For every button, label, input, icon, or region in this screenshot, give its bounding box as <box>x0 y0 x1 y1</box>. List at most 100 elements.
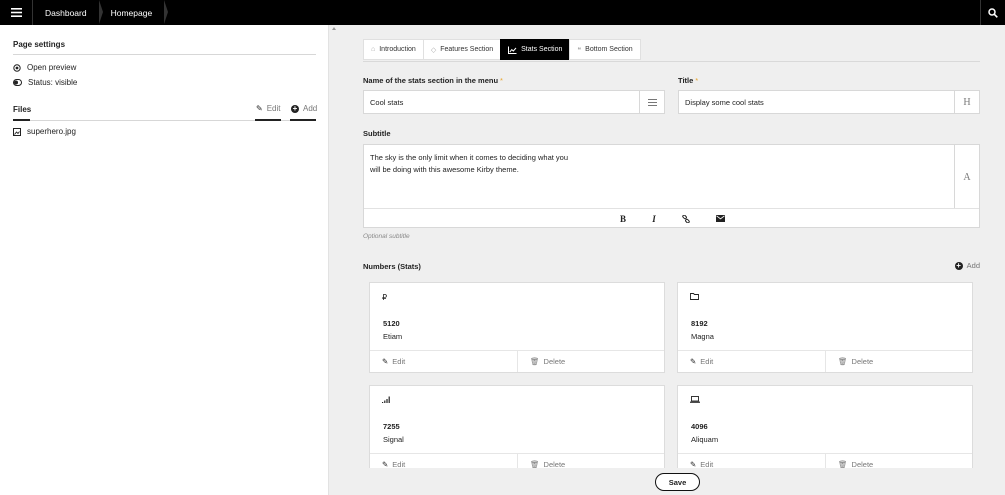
title-field[interactable]: Display some cool stats H <box>678 90 980 114</box>
breadcrumb-dashboard[interactable]: Dashboard <box>33 0 103 25</box>
breadcrumb-homepage[interactable]: Homepage <box>99 0 168 25</box>
main-content: ⌂ Introduction ◇ Features Section Stats … <box>330 25 1005 495</box>
stat-name: Etiam <box>383 332 403 341</box>
tab-label: Introduction <box>379 46 416 53</box>
bold-button[interactable]: B <box>615 212 631 225</box>
plus-circle-icon: + <box>954 260 963 270</box>
stat-card[interactable]: ₽ 5120 Etiam ✎ Edit 🗑 Delete <box>369 282 665 373</box>
divider <box>13 54 316 55</box>
trash-icon: 🗑 <box>838 357 848 366</box>
file-item[interactable]: superhero.jpg <box>13 127 76 136</box>
title-value: Display some cool stats <box>685 97 764 107</box>
tab-label: Bottom Section <box>585 46 633 53</box>
status-toggle[interactable]: Status: visible <box>13 78 77 87</box>
ruble-icon: ₽ <box>382 293 388 302</box>
edit-button[interactable]: ✎ Edit <box>678 351 825 372</box>
menu-name-label-text: Name of the stats section in the menu <box>363 76 499 85</box>
files-edit-button[interactable]: ✎ Edit <box>256 104 281 113</box>
numbers-add-label: Add <box>966 261 980 270</box>
subtitle-line: will be doing with this awesome Kirby th… <box>370 165 519 174</box>
subtitle-textarea[interactable]: The sky is the only limit when it comes … <box>363 144 980 228</box>
save-button[interactable]: Save <box>655 473 700 491</box>
search-button[interactable] <box>980 0 1005 25</box>
section-tabs: ⌂ Introduction ◇ Features Section Stats … <box>363 39 641 61</box>
page-settings-title: Page settings <box>13 40 66 49</box>
home-icon: ⌂ <box>371 46 376 53</box>
subtitle-line: The sky is the only limit when it comes … <box>370 153 569 162</box>
stat-name: Signal <box>383 435 404 444</box>
preview-icon <box>13 63 21 72</box>
numbers-add-button[interactable]: + Add <box>954 260 980 270</box>
envelope-icon <box>715 215 725 222</box>
stat-value: 4096 <box>691 422 708 431</box>
trash-icon: 🗑 <box>530 357 540 366</box>
open-preview-label: Open preview <box>27 63 77 72</box>
tab-introduction[interactable]: ⌂ Introduction <box>363 39 424 60</box>
stat-value: 5120 <box>383 319 400 328</box>
edit-underline <box>255 119 281 121</box>
card-actions: ✎ Edit 🗑 Delete <box>678 350 972 372</box>
quote-icon: ❝ <box>577 46 582 54</box>
files-edit-label: Edit <box>266 104 281 113</box>
edit-label: Edit <box>700 357 714 366</box>
text-toolbar: B I <box>364 208 979 227</box>
divider <box>363 61 980 62</box>
delete-button[interactable]: 🗑 Delete <box>825 351 972 372</box>
email-button[interactable] <box>712 212 728 225</box>
files-add-label: Add <box>303 104 318 113</box>
stat-card[interactable]: 7255 Signal ✎ Edit 🗑 Delete <box>369 385 665 475</box>
tab-label: Features Section <box>440 46 494 53</box>
menu-button[interactable] <box>0 0 33 25</box>
required-mark: * <box>500 76 503 85</box>
subtitle-help-text: Optional subtitle <box>363 233 410 240</box>
pencil-icon: ✎ <box>382 357 389 366</box>
hamburger-icon <box>10 8 22 17</box>
file-name: superhero.jpg <box>27 127 76 136</box>
title-label: Title * <box>678 76 698 85</box>
plus-circle-icon: + <box>291 103 299 113</box>
edit-button[interactable]: ✎ Edit <box>370 351 517 372</box>
add-underline <box>290 119 316 121</box>
stat-value: 7255 <box>383 422 400 431</box>
stat-name: Aliquam <box>691 435 719 444</box>
files-title-underline <box>13 119 30 121</box>
title-label-text: Title <box>678 76 694 85</box>
tab-bottom-section[interactable]: ❝ Bottom Section <box>569 39 641 60</box>
open-preview-link[interactable]: Open preview <box>13 63 76 72</box>
text-icon: A <box>954 145 979 209</box>
required-mark: * <box>695 76 699 85</box>
search-icon <box>988 7 998 18</box>
link-icon <box>682 214 690 223</box>
pencil-icon: ✎ <box>690 357 697 366</box>
italic-button[interactable]: I <box>646 212 662 225</box>
sidebar: Page settings Open preview Status: visib… <box>0 25 329 495</box>
heading-icon: H <box>954 91 979 113</box>
stat-value: 8192 <box>691 319 708 328</box>
stat-card[interactable]: 8192 Magna ✎ Edit 🗑 Delete <box>677 282 973 373</box>
files-title: Files <box>13 105 32 114</box>
link-button[interactable] <box>678 212 694 225</box>
delete-button[interactable]: 🗑 Delete <box>517 351 664 372</box>
delete-label: Delete <box>851 357 874 366</box>
scroll-up-arrow[interactable] <box>332 27 336 30</box>
signal-icon <box>382 396 391 405</box>
tab-stats-section[interactable]: Stats Section <box>500 39 571 60</box>
list-icon <box>639 91 664 113</box>
top-bar: Dashboard Homepage <box>0 0 1005 25</box>
menu-name-value: Cool stats <box>370 97 404 107</box>
files-add-button[interactable]: + Add <box>291 104 317 113</box>
chart-icon <box>508 46 517 54</box>
tab-features-section[interactable]: ◇ Features Section <box>422 39 502 60</box>
stat-name: Magna <box>691 332 714 341</box>
subtitle-text: The sky is the only limit when it comes … <box>370 152 940 176</box>
menu-name-label: Name of the stats section in the menu * <box>363 76 503 85</box>
tab-label: Stats Section <box>521 46 563 53</box>
laptop-icon <box>690 396 700 405</box>
numbers-title: Numbers (Stats) <box>363 262 421 271</box>
stat-card[interactable]: 4096 Aliquam ✎ Edit 🗑 Delete <box>677 385 973 475</box>
card-actions: ✎ Edit 🗑 Delete <box>370 350 664 372</box>
folder-icon <box>690 293 699 302</box>
pencil-icon: ✎ <box>256 104 263 113</box>
menu-name-field[interactable]: Cool stats <box>363 90 665 114</box>
delete-label: Delete <box>543 357 566 366</box>
